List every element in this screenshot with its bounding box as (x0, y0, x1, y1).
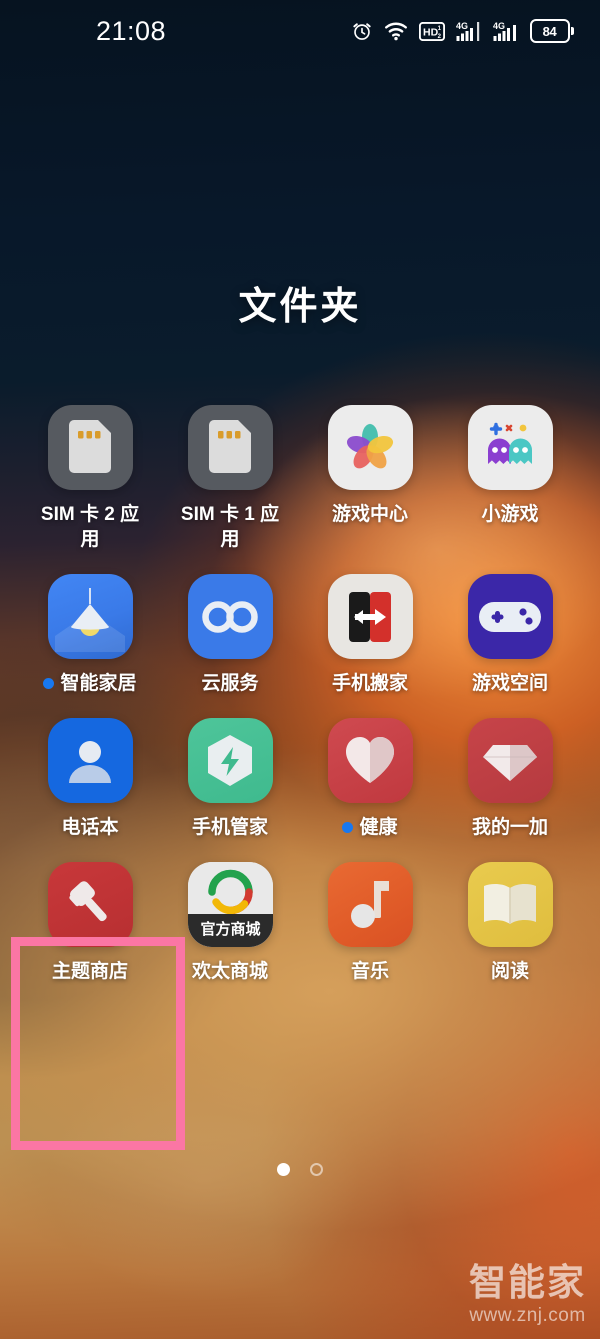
heytap-icon-text: 官方商城 (200, 920, 260, 938)
battery-icon: 84 (529, 19, 574, 43)
heytap-store-icon: 官方商城 (187, 862, 273, 948)
status-bar-icons: HD 1 2 4G 4G 84 (351, 19, 574, 43)
phone-clone-icon (327, 574, 413, 660)
page-dot-1-active[interactable] (277, 1163, 290, 1176)
app-sim-card-2[interactable]: SIM 卡 2 应用 (20, 405, 160, 552)
game-space-icon (467, 574, 553, 660)
phone-home-screen-folder-view: 21:08 HD 1 2 4G 4G 84 文件夹 SIM 卡 2 应用 SIM… (0, 0, 600, 1339)
app-theme-store[interactable]: 主题商店 (20, 862, 160, 984)
folder-title: 文件夹 (238, 286, 362, 328)
page-indicator (0, 1163, 600, 1176)
watermark-url: www.znj.com (469, 1305, 586, 1326)
signal-4g-sim2-icon: 4G (493, 21, 516, 41)
watermark-logo: 智能家 (469, 1262, 586, 1303)
sim-card-2-icon (47, 405, 133, 490)
app-label: 手机搬家 (331, 673, 408, 695)
app-game-space[interactable]: 游戏空间 (440, 574, 580, 696)
app-label: 电话本 (61, 817, 119, 839)
app-label: 游戏中心 (331, 504, 408, 525)
app-label: 游戏空间 (471, 673, 548, 695)
alarm-icon (352, 23, 371, 40)
app-reading[interactable]: 阅读 (440, 862, 580, 984)
app-smart-home[interactable]: 智能家居 (20, 574, 160, 696)
page-dot-2-inactive[interactable] (310, 1163, 323, 1176)
app-health[interactable]: 健康 (300, 718, 440, 840)
contacts-icon (47, 718, 133, 804)
signal-4g-sim1-icon: 4G (456, 21, 479, 41)
app-grid: SIM 卡 2 应用 SIM 卡 1 应用 游戏中心 小游戏 智能家居 云服务 … (20, 405, 580, 984)
game-center-icon (327, 405, 413, 490)
app-mini-games[interactable]: 小游戏 (440, 405, 580, 552)
music-icon (327, 862, 413, 948)
app-label: 我的一加 (471, 817, 548, 839)
app-game-center[interactable]: 游戏中心 (300, 405, 440, 552)
app-label: 欢太商城 (191, 961, 268, 983)
app-label: 音乐 (350, 961, 389, 983)
app-contacts[interactable]: 电话本 (20, 718, 160, 840)
app-label: 智能家居 (43, 671, 137, 696)
watermark: 智能家 www.znj.com (469, 1264, 586, 1327)
svg-text:4G: 4G (493, 21, 505, 31)
my-oneplus-icon (467, 718, 553, 804)
app-label: 云服务 (201, 673, 259, 695)
app-label: 主题商店 (51, 961, 128, 983)
sim-card-1-icon (187, 405, 273, 490)
app-cloud-service[interactable]: 云服务 (160, 574, 300, 696)
theme-store-icon (47, 862, 133, 948)
battery-percent-label: 84 (542, 23, 557, 39)
app-label: 小游戏 (481, 504, 539, 525)
app-phone-clone[interactable]: 手机搬家 (300, 574, 440, 696)
svg-text:4G: 4G (456, 21, 468, 31)
svg-text:2: 2 (437, 34, 441, 40)
app-phone-manager[interactable]: 手机管家 (160, 718, 300, 840)
cloud-service-icon (187, 574, 273, 660)
app-label: 阅读 (490, 961, 529, 983)
app-label: SIM 卡 2 应用 (40, 504, 140, 551)
mini-games-icon (467, 405, 553, 490)
app-label: SIM 卡 1 应用 (180, 504, 280, 551)
svg-text:HD: HD (423, 26, 439, 38)
app-my-oneplus[interactable]: 我的一加 (440, 718, 580, 840)
reading-icon (467, 862, 553, 948)
status-bar-clock: 21:08 (96, 15, 167, 46)
app-label: 手机管家 (191, 817, 268, 839)
wifi-icon (384, 22, 407, 41)
app-heytap-store[interactable]: 官方商城 欢太商城 (160, 862, 300, 984)
phone-manager-icon (187, 718, 273, 804)
notification-badge-dot (342, 822, 354, 834)
notification-badge-dot (43, 678, 55, 690)
smart-home-icon (47, 574, 133, 660)
status-bar: 21:08 HD 1 2 4G 4G 84 (0, 0, 600, 62)
svg-text:1: 1 (437, 26, 441, 32)
app-music[interactable]: 音乐 (300, 862, 440, 984)
health-icon (327, 718, 413, 804)
hd-volte-icon: HD 1 2 (418, 21, 445, 41)
app-sim-card-1[interactable]: SIM 卡 1 应用 (160, 405, 300, 552)
app-label: 健康 (342, 815, 398, 840)
